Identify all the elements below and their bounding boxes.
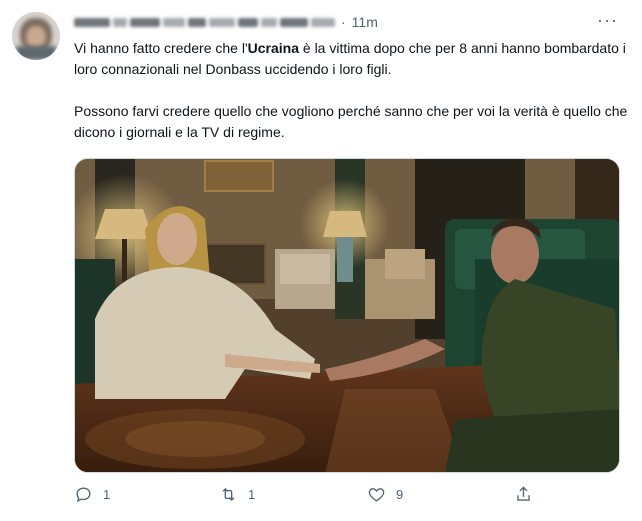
header-separator: · xyxy=(341,14,346,30)
avatar[interactable] xyxy=(12,12,60,60)
retweet-count: 1 xyxy=(248,487,256,502)
tweet-paragraph-2: Possono farvi credere quello che voglion… xyxy=(74,103,628,140)
reply-count: 1 xyxy=(103,487,111,502)
photo-illustration xyxy=(75,159,619,472)
hashtag-bold-text: Ucraina xyxy=(247,40,299,56)
reply-icon xyxy=(76,487,91,503)
more-icon[interactable]: ··· xyxy=(597,10,618,31)
text-segment: Vi hanno fatto credere che l' xyxy=(74,40,248,56)
tweet-header: · 11m xyxy=(74,12,378,32)
tweet-card[interactable]: · 11m ··· Vi hanno fatto credere che l'U… xyxy=(0,0,642,521)
like-count: 9 xyxy=(396,487,404,502)
tweet-actions: 1 1 9 xyxy=(74,485,564,511)
share-icon xyxy=(517,486,530,501)
tweet-text: Vi hanno fatto credere che l'Ucraina è l… xyxy=(74,38,630,143)
retweet-icon xyxy=(222,488,235,501)
tweet-paragraph-1: Vi hanno fatto credere che l'Ucraina è l… xyxy=(74,38,630,80)
like-button[interactable]: 9 xyxy=(367,485,403,504)
tweet-photo[interactable] xyxy=(74,158,620,473)
reply-button[interactable]: 1 xyxy=(74,485,110,504)
tweet-timestamp[interactable]: 11m xyxy=(352,14,378,30)
share-button[interactable] xyxy=(514,485,533,504)
author-name-redacted[interactable] xyxy=(74,17,335,27)
retweet-button[interactable]: 1 xyxy=(219,485,255,504)
heart-icon xyxy=(368,488,385,502)
